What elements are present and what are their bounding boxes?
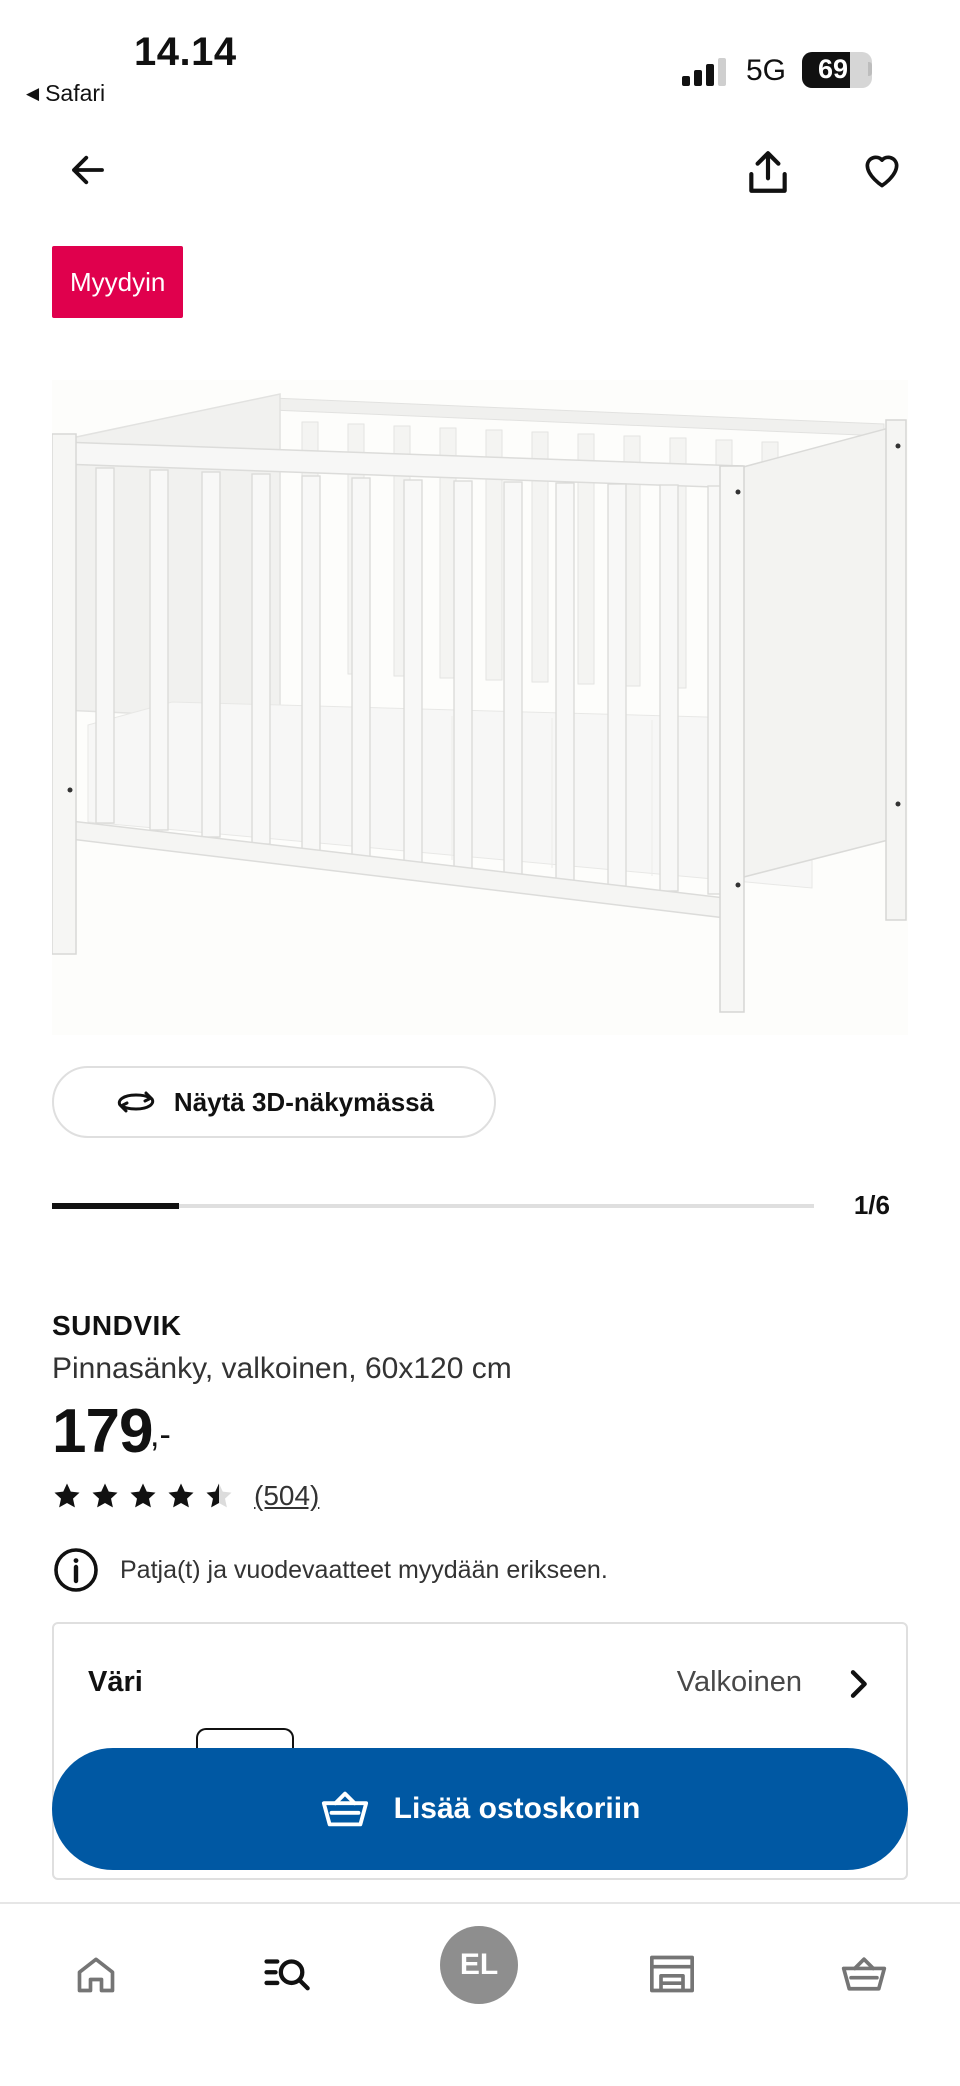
product-price: 179 [52, 1397, 153, 1466]
arrow-left-icon [72, 155, 104, 185]
cart-icon [841, 1957, 887, 1991]
tab-store[interactable] [632, 1934, 712, 2014]
star-icon [206, 1483, 232, 1508]
product-notice: Patja(t) ja vuodevaatteet myydään erikse… [52, 1546, 608, 1594]
view-3d-button[interactable]: Näytä 3D-näkymässä [52, 1066, 496, 1138]
crib-illustration [51, 380, 908, 1035]
bestseller-badge: Myydyin [52, 246, 184, 318]
back-to-app-link[interactable]: ◀ Safari [26, 80, 105, 107]
price-suffix: ,- [150, 1416, 171, 1454]
search-icon [264, 1959, 310, 1991]
color-label: Väri [88, 1666, 143, 1698]
image-counter: 1/6 [853, 1190, 890, 1220]
network-type: 5G [746, 54, 787, 87]
favorite-button[interactable] [852, 140, 912, 200]
back-app-label: Safari [45, 80, 106, 106]
color-value: Valkoinen [676, 1666, 802, 1698]
status-bar: 14.14 ◀ Safari 5G 69 [0, 0, 960, 120]
product-rating[interactable]: (504) [52, 1480, 319, 1512]
heart-icon [865, 155, 899, 188]
avatar[interactable]: EL [440, 1926, 518, 2004]
tab-cart[interactable] [824, 1934, 904, 2014]
star-icon [92, 1483, 118, 1508]
add-to-cart-label: Lisää ostoskoriin [393, 1792, 641, 1825]
star-icon [130, 1483, 156, 1508]
cart-icon [321, 1791, 368, 1827]
rotate-3d-icon [117, 1091, 155, 1113]
star-icon [168, 1483, 194, 1508]
tab-home[interactable] [56, 1934, 136, 2014]
view-3d-label: Näytä 3D-näkymässä [173, 1086, 435, 1117]
product-description: Pinnasänky, valkoinen, 60x120 cm [52, 1352, 512, 1385]
add-to-cart-button[interactable]: Lisää ostoskoriin [52, 1748, 908, 1870]
battery-percent: 69 [817, 54, 849, 84]
rating-stars [52, 1481, 234, 1511]
store-icon [650, 1955, 694, 1993]
chevron-right-icon [850, 1670, 867, 1698]
share-icon [749, 151, 787, 193]
battery-tip [868, 62, 872, 76]
home-icon [77, 1957, 115, 1993]
share-button[interactable] [736, 140, 800, 204]
bottom-tab-bar: EL [0, 1902, 960, 2086]
info-icon [54, 1548, 98, 1592]
product-name: SUNDVIK [52, 1310, 182, 1341]
star-icon [54, 1483, 80, 1508]
review-count-link[interactable]: (504) [254, 1480, 319, 1512]
notice-text: Patja(t) ja vuodevaatteet myydään erikse… [120, 1555, 608, 1584]
signal-icon [682, 56, 726, 86]
product-image[interactable] [51, 380, 908, 1035]
gallery-progress-fill [52, 1203, 180, 1209]
battery-icon: 69 [802, 52, 872, 88]
status-time: 14.14 [134, 30, 237, 74]
tab-search[interactable] [248, 1934, 328, 2014]
back-button[interactable] [58, 140, 118, 200]
gallery-progress-track [52, 1203, 814, 1209]
back-triangle-icon: ◀ [26, 83, 40, 103]
